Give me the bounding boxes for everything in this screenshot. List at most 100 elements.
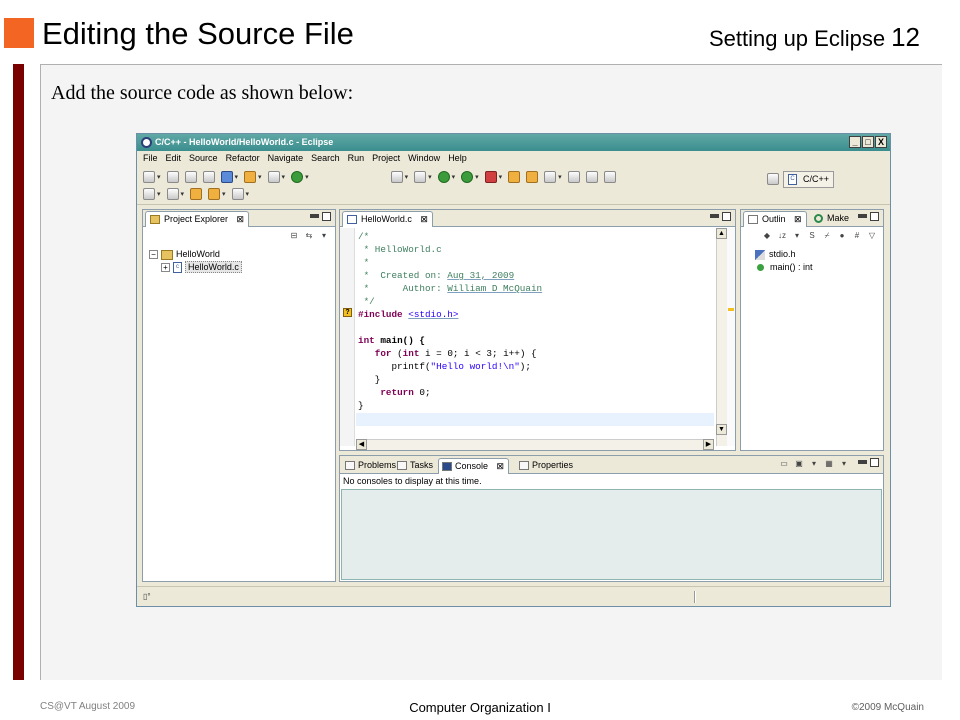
chevron-down-icon[interactable]: ▾ bbox=[405, 173, 409, 181]
menu-search[interactable]: Search bbox=[311, 151, 340, 166]
toggle-mark-icon[interactable] bbox=[585, 171, 598, 183]
debug-icon[interactable] bbox=[437, 171, 450, 183]
hide-static-icon[interactable]: S bbox=[807, 231, 817, 241]
chevron-down-icon[interactable]: ▾ bbox=[258, 173, 262, 181]
search-icon[interactable] bbox=[544, 171, 557, 183]
chevron-down-icon[interactable]: ▾ bbox=[222, 190, 226, 198]
tree-row-file[interactable]: + c HelloWorld.c bbox=[149, 261, 242, 274]
view-menu-icon[interactable]: ▽ bbox=[867, 231, 877, 241]
open-perspective-icon[interactable] bbox=[766, 173, 779, 185]
chevron-down-icon[interactable]: ▾ bbox=[475, 173, 479, 181]
maximize-icon[interactable] bbox=[322, 212, 331, 221]
display-console-icon[interactable]: ▣ bbox=[794, 459, 804, 469]
chevron-down-icon[interactable]: ▾ bbox=[499, 173, 503, 181]
tab-make[interactable]: Make bbox=[811, 211, 853, 227]
editor-vertical-scrollbar[interactable]: ▲ ▼ bbox=[716, 228, 727, 446]
tab-properties[interactable]: Properties bbox=[516, 458, 577, 474]
link-with-editor-icon[interactable]: ⇆ bbox=[304, 231, 314, 241]
chevron-down-icon[interactable]: ▾ bbox=[282, 173, 286, 181]
chevron-down-icon[interactable]: ▾ bbox=[157, 190, 161, 198]
menu-window[interactable]: Window bbox=[408, 151, 440, 166]
fast-view-icon[interactable]: ▯° bbox=[143, 592, 159, 602]
minimize-icon[interactable] bbox=[310, 214, 319, 218]
menu-navigate[interactable]: Navigate bbox=[268, 151, 304, 166]
close-icon[interactable]: ⊠ bbox=[497, 461, 505, 471]
close-icon[interactable]: ⊠ bbox=[420, 214, 428, 224]
expander[interactable]: − bbox=[149, 250, 158, 260]
scroll-up-icon[interactable]: ▲ bbox=[716, 228, 727, 239]
warning-icon[interactable]: ? bbox=[343, 308, 352, 317]
close-icon[interactable]: ⊠ bbox=[237, 214, 245, 224]
tree-row-project[interactable]: − HelloWorld bbox=[149, 248, 242, 261]
back-arrow-icon[interactable] bbox=[208, 188, 221, 200]
open-element-icon[interactable] bbox=[526, 171, 539, 183]
hide-nonpublic-icon[interactable]: ⌿ bbox=[822, 231, 832, 241]
hammer-icon[interactable] bbox=[390, 171, 403, 183]
menu-source[interactable]: Source bbox=[189, 151, 218, 166]
group-includes-icon[interactable]: ◆ bbox=[762, 231, 772, 241]
show-whitespace-icon[interactable] bbox=[603, 171, 616, 183]
chevron-down-icon[interactable]: ▾ bbox=[305, 173, 309, 181]
code-editor[interactable]: /* * HelloWorld.c * * Created on: Aug 31… bbox=[358, 230, 542, 412]
new-c-project-icon[interactable] bbox=[220, 171, 233, 183]
hide-fields-icon[interactable]: ▾ bbox=[792, 231, 802, 241]
console-output-area[interactable] bbox=[341, 489, 882, 580]
warning-overview-mark[interactable] bbox=[728, 308, 734, 311]
pencil-icon[interactable] bbox=[567, 171, 580, 183]
build-icon[interactable] bbox=[202, 171, 215, 183]
refresh-icon[interactable] bbox=[414, 171, 427, 183]
hide-macros-icon[interactable]: # bbox=[852, 231, 862, 241]
menu-run[interactable]: Run bbox=[348, 151, 365, 166]
save-icon[interactable] bbox=[166, 171, 179, 183]
scroll-down-icon[interactable]: ▼ bbox=[716, 424, 727, 435]
scroll-right-icon[interactable]: ▶ bbox=[703, 439, 714, 450]
tab-outline[interactable]: Outlin ⊠ bbox=[743, 211, 807, 227]
menu-refactor[interactable]: Refactor bbox=[226, 151, 260, 166]
chevron-down-icon[interactable]: ▾ bbox=[452, 173, 456, 181]
minimize-icon[interactable] bbox=[858, 460, 867, 464]
maximize-button[interactable]: □ bbox=[862, 136, 874, 148]
tab-problems[interactable]: Problems bbox=[342, 458, 400, 474]
chevron-down-icon[interactable]: ▾ bbox=[246, 190, 250, 198]
chevron-down-icon[interactable]: ▾ bbox=[157, 173, 161, 181]
minimize-icon[interactable] bbox=[710, 214, 719, 218]
tab-tasks[interactable]: Tasks bbox=[394, 458, 437, 474]
minimize-button[interactable]: _ bbox=[849, 136, 861, 148]
scroll-left-icon[interactable]: ◀ bbox=[356, 439, 367, 450]
chevron-down-icon[interactable]: ▾ bbox=[428, 173, 432, 181]
minimize-icon[interactable] bbox=[858, 214, 867, 218]
close-icon[interactable]: ⊠ bbox=[794, 214, 802, 224]
pin-console-icon[interactable]: ▭ bbox=[779, 459, 789, 469]
view-menu-icon[interactable]: ▾ bbox=[319, 231, 329, 241]
next-annotation-icon[interactable] bbox=[143, 188, 155, 200]
open-type-icon[interactable] bbox=[508, 171, 521, 183]
last-edit-icon[interactable] bbox=[190, 188, 203, 200]
chevron-down-icon[interactable]: ▾ bbox=[181, 190, 185, 198]
maximize-icon[interactable] bbox=[870, 458, 879, 467]
new-class-icon[interactable] bbox=[291, 171, 304, 183]
expander[interactable]: + bbox=[161, 263, 170, 273]
forward-arrow-icon[interactable] bbox=[231, 188, 244, 200]
chevron-down-icon[interactable]: ▾ bbox=[809, 459, 819, 469]
menu-project[interactable]: Project bbox=[372, 151, 400, 166]
maximize-icon[interactable] bbox=[870, 212, 879, 221]
chevron-down-icon[interactable]: ▾ bbox=[235, 173, 239, 181]
editor-horizontal-scrollbar[interactable]: ◀ ▶ bbox=[356, 439, 714, 450]
close-button[interactable]: X bbox=[875, 136, 887, 148]
maximize-icon[interactable] bbox=[722, 212, 731, 221]
menu-edit[interactable]: Edit bbox=[166, 151, 182, 166]
chevron-down-icon[interactable]: ▾ bbox=[839, 459, 849, 469]
show-members-icon[interactable]: ● bbox=[837, 231, 847, 241]
open-console-icon[interactable]: ▦ bbox=[824, 459, 834, 469]
menu-file[interactable]: File bbox=[143, 151, 158, 166]
window-titlebar[interactable]: C/C++ - HelloWorld/HelloWorld.c - Eclips… bbox=[137, 134, 890, 151]
sort-icon[interactable]: ↓z bbox=[777, 231, 787, 241]
new-icon[interactable] bbox=[143, 171, 155, 183]
menu-help[interactable]: Help bbox=[448, 151, 467, 166]
tab-console[interactable]: Console ⊠ bbox=[438, 458, 510, 474]
perspective-cpp-button[interactable]: C C/C++ bbox=[782, 170, 834, 188]
run-icon[interactable] bbox=[461, 171, 474, 183]
outline-item-include[interactable]: stdio.h bbox=[755, 248, 813, 261]
new-source-file-icon[interactable] bbox=[267, 171, 280, 183]
tab-helloworld-c[interactable]: HelloWorld.c ⊠ bbox=[342, 211, 433, 227]
